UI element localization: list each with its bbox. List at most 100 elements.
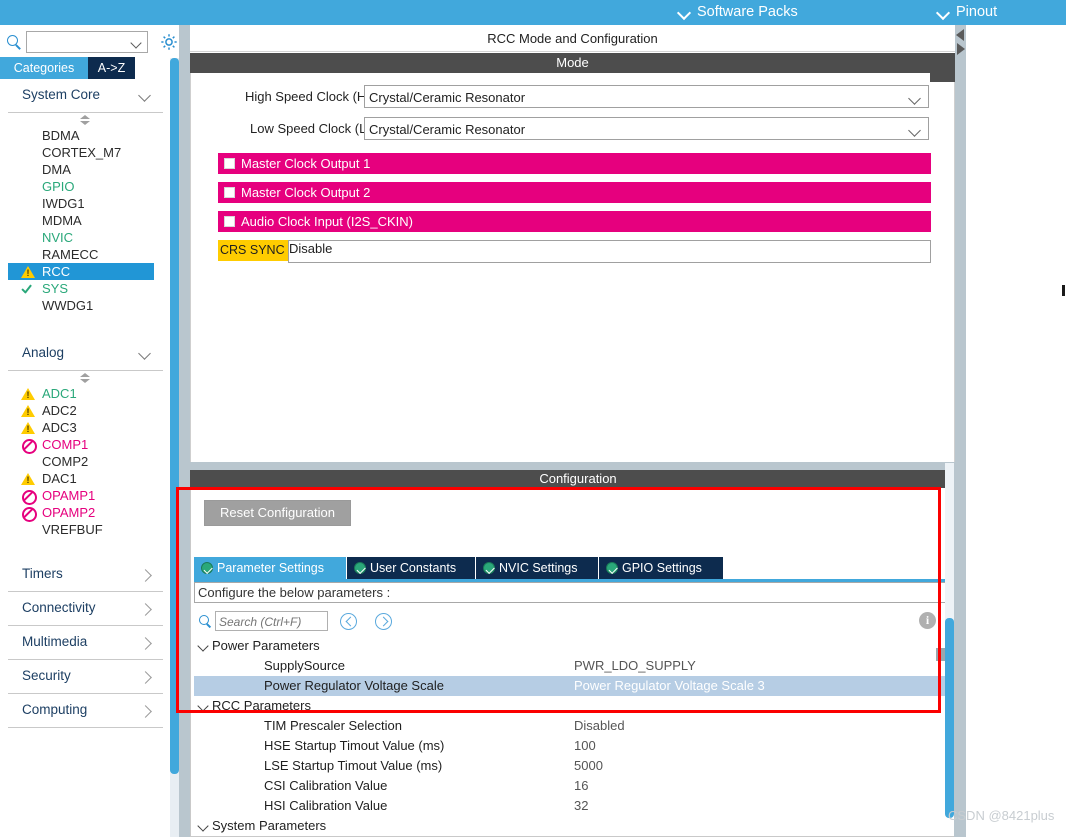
parameter-row[interactable]: HSE Startup Timout Value (ms) 100 (194, 736, 950, 756)
parameter-search-field[interactable] (215, 611, 328, 631)
parameter-name: TIM Prescaler Selection (264, 718, 402, 733)
search-combo[interactable] (26, 31, 148, 53)
page-title: RCC Mode and Configuration (190, 25, 955, 52)
chevron-down-icon[interactable] (199, 822, 208, 831)
sidebar-scrollbar-thumb[interactable] (170, 58, 179, 774)
parameter-search-input[interactable] (219, 614, 323, 629)
parameter-row[interactable]: TIM Prescaler Selection Disabled (194, 716, 950, 736)
sidebar-group-connectivity[interactable]: Connectivity (8, 592, 163, 626)
sidebar-item-ramecc[interactable]: RAMECC (8, 246, 154, 263)
sidebar-item-dma[interactable]: DMA (8, 161, 154, 178)
warning-icon (21, 386, 36, 401)
parameter-value[interactable]: PWR_LDO_SUPPLY (574, 656, 696, 676)
menu-pinout[interactable]: Pinout (938, 0, 997, 25)
checkbox-row-audio-clock-input[interactable]: Audio Clock Input (I2S_CKIN) (218, 211, 931, 232)
tab-user-constants[interactable]: User Constants (347, 557, 475, 579)
tab-categories[interactable]: Categories (0, 57, 88, 79)
edge-marker (1062, 285, 1065, 296)
parameter-group-row[interactable]: RCC Parameters (194, 696, 950, 716)
menu-pinout-label: Pinout (956, 4, 998, 20)
sidebar-item-comp1[interactable]: COMP1 (8, 436, 154, 454)
checkbox-audio-clock-input[interactable] (224, 216, 235, 227)
hse-select[interactable]: Crystal/Ceramic Resonator (364, 85, 929, 108)
menu-software-packs[interactable]: Software Packs (679, 0, 798, 25)
parameter-group-row[interactable]: Power Parameters (194, 636, 950, 656)
chevron-right-icon (140, 706, 151, 717)
sidebar-item-iwdg1[interactable]: IWDG1 (8, 195, 154, 212)
collapse-left-icon[interactable] (955, 28, 966, 42)
parameter-value[interactable]: Disabled (574, 716, 625, 736)
search-input[interactable] (30, 34, 126, 50)
parameter-area: i Power Parameters SupplySource PWR_LDO_SU… (194, 606, 950, 834)
sidebar-item-label: MDMA (42, 213, 82, 228)
parameter-row[interactable]: CSI Calibration Value 16 (194, 776, 950, 796)
parameter-row[interactable]: SupplySource PWR_LDO_SUPPLY (194, 656, 950, 676)
search-next-icon[interactable] (375, 613, 392, 630)
scroll-spinner-icon[interactable] (8, 113, 163, 127)
horizontal-splitter[interactable] (190, 462, 955, 470)
checkbox-mco2[interactable] (224, 187, 235, 198)
sidebar-group-system-core[interactable]: System Core (8, 79, 163, 113)
tab-a-to-z[interactable]: A->Z (88, 57, 135, 79)
sidebar-item-opamp2[interactable]: OPAMP2 (8, 504, 154, 522)
search-previous-icon[interactable] (340, 613, 357, 630)
sidebar-item-adc3[interactable]: ADC3 (8, 419, 154, 436)
sidebar-group-analog[interactable]: Analog (8, 337, 163, 371)
parameter-value[interactable]: Power Regulator Voltage Scale 3 (574, 676, 765, 696)
tab-gpio-settings[interactable]: GPIO Settings (599, 557, 723, 579)
sidebar-item-nvic[interactable]: NVIC (8, 229, 154, 246)
sidebar-item-gpio[interactable]: GPIO (8, 178, 154, 195)
forbidden-icon (21, 437, 37, 454)
info-icon[interactable]: i (919, 612, 936, 629)
sidebar-item-comp2[interactable]: COMP2 (8, 453, 154, 470)
gear-icon[interactable] (159, 32, 179, 52)
parameter-value[interactable]: 16 (574, 776, 588, 796)
lse-select[interactable]: Crystal/Ceramic Resonator (364, 117, 929, 140)
parameter-scrollbar-thumb[interactable] (945, 618, 954, 818)
sidebar-item-opamp1[interactable]: OPAMP1 (8, 487, 154, 505)
scroll-spinner-icon[interactable] (8, 371, 163, 385)
sidebar-item-adc1[interactable]: ADC1 (8, 385, 154, 402)
tab-nvic-settings[interactable]: NVIC Settings (476, 557, 598, 579)
parameter-row[interactable]: LSE Startup Timout Value (ms) 5000 (194, 756, 950, 776)
right-splitter[interactable] (954, 463, 966, 837)
sidebar-splitter[interactable] (179, 25, 190, 837)
search-icon (5, 33, 23, 51)
sidebar-group-security[interactable]: Security (8, 660, 163, 694)
sidebar-group-computing[interactable]: Computing (8, 694, 163, 728)
parameter-row[interactable]: Power Regulator Voltage Scale Power Regul… (194, 676, 950, 696)
chevron-down-icon[interactable] (199, 702, 208, 711)
sidebar-group-label: Connectivity (22, 600, 96, 615)
parameter-group-row[interactable]: System Parameters (194, 816, 950, 834)
sidebar-group-timers[interactable]: Timers (8, 558, 163, 592)
checkbox-row-mco1[interactable]: Master Clock Output 1 (218, 153, 931, 174)
sidebar-item-cortex_m7[interactable]: CORTEX_M7 (8, 144, 154, 161)
sidebar-item-adc2[interactable]: ADC2 (8, 402, 154, 419)
checkbox-mco1[interactable] (224, 158, 235, 169)
parameter-row[interactable]: HSI Calibration Value 32 (194, 796, 950, 816)
tab-gpio-settings-label: GPIO Settings (622, 561, 702, 575)
parameter-value[interactable]: 100 (574, 736, 596, 756)
sidebar-item-dac1[interactable]: DAC1 (8, 470, 154, 487)
reset-configuration-button[interactable]: Reset Configuration (204, 500, 351, 526)
collapse-right-icon[interactable] (955, 42, 966, 56)
sidebar-item-wwdg1[interactable]: WWDG1 (8, 297, 154, 314)
crs-sync-select[interactable]: Disable (288, 240, 931, 263)
sidebar-item-rcc[interactable]: RCC (8, 263, 154, 280)
chevron-down-icon (679, 7, 690, 18)
sidebar-item-bdma[interactable]: BDMA (8, 127, 154, 144)
parameter-value[interactable]: 5000 (574, 756, 603, 776)
tab-parameter-settings[interactable]: Parameter Settings (194, 557, 346, 579)
sidebar-item-sys[interactable]: SYS (8, 280, 154, 297)
warning-icon (21, 403, 36, 418)
chevron-down-icon[interactable] (199, 642, 208, 651)
sidebar-group-multimedia[interactable]: Multimedia (8, 626, 163, 660)
checkbox-row-mco2[interactable]: Master Clock Output 2 (218, 182, 931, 203)
sidebar-group-label: Security (22, 668, 71, 683)
parameter-value[interactable]: 32 (574, 796, 588, 816)
chevron-down-icon (140, 91, 151, 102)
parameter-name: Power Parameters (212, 638, 320, 653)
sidebar-item-vrefbuf[interactable]: VREFBUF (8, 521, 154, 538)
sidebar-item-mdma[interactable]: MDMA (8, 212, 154, 229)
